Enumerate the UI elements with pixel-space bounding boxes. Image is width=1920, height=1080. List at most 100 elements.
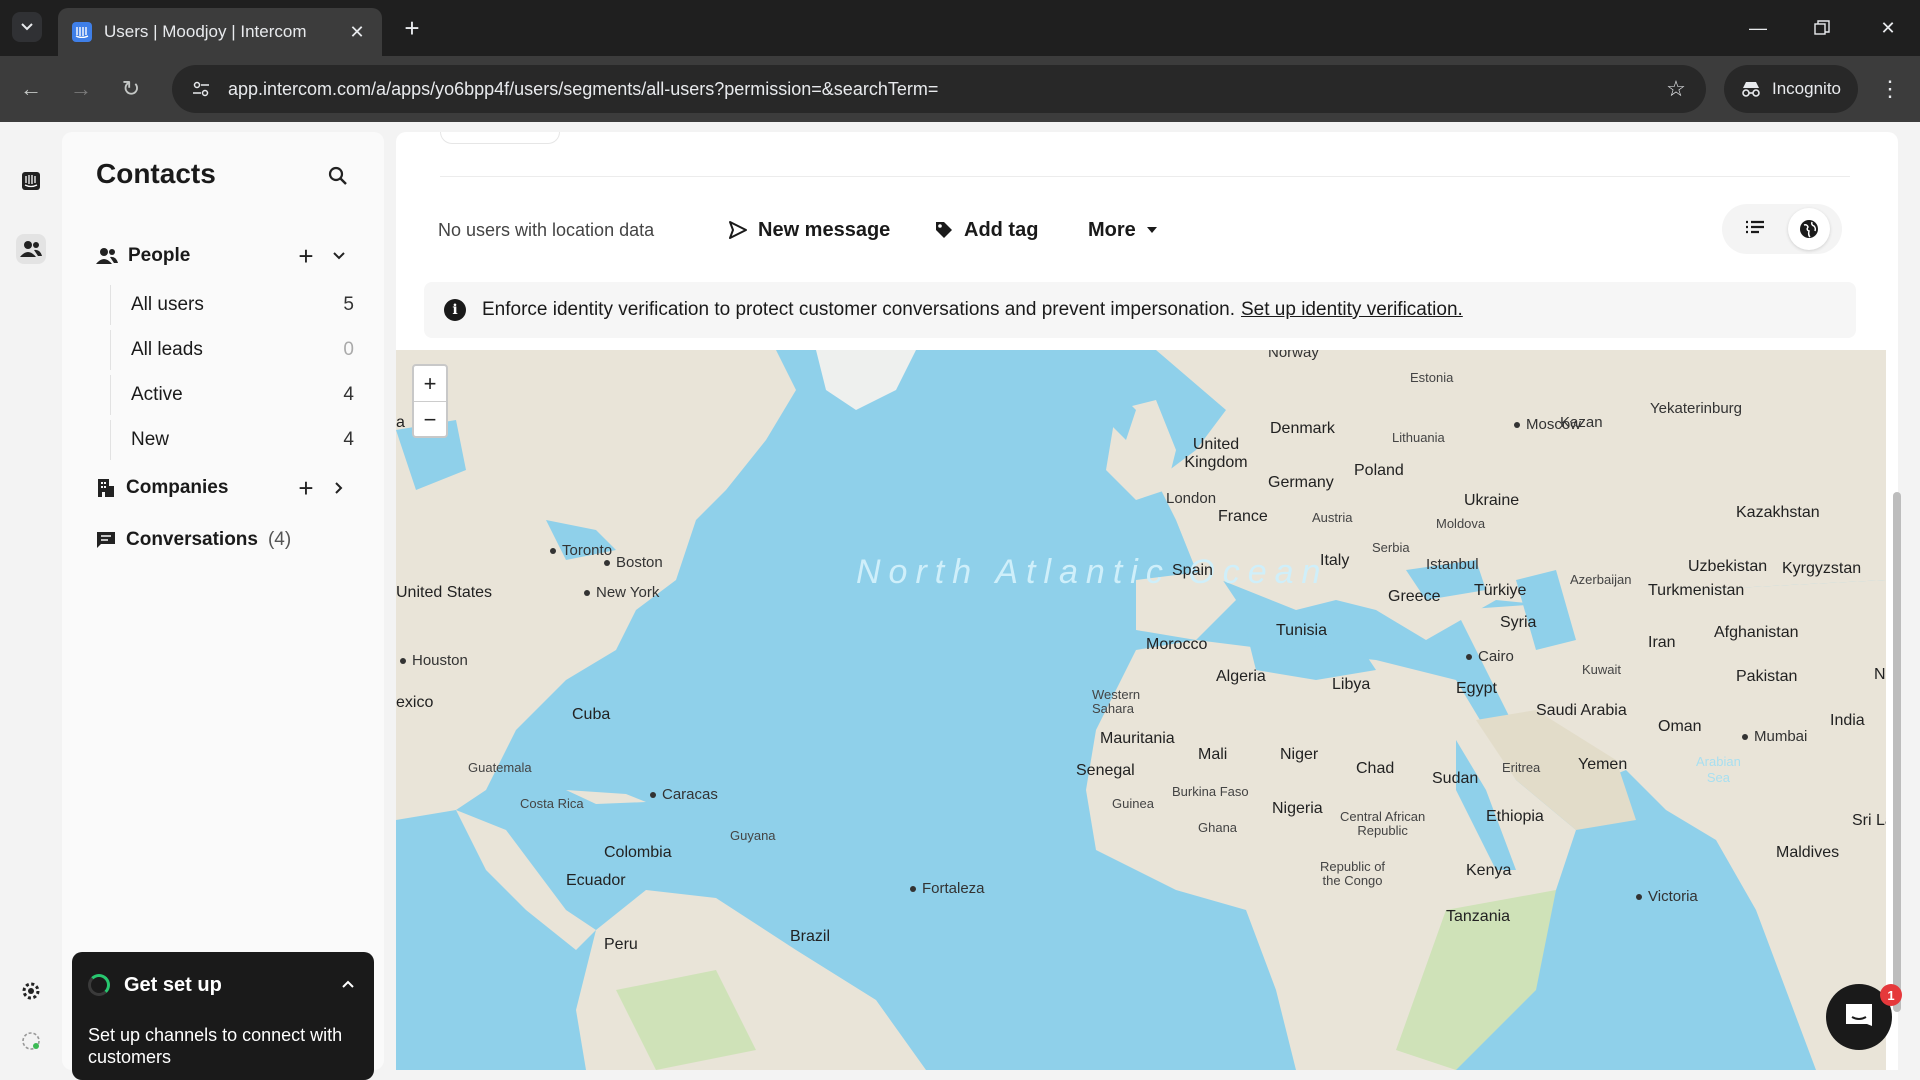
browser-menu-icon[interactable]: ⋮ <box>1878 74 1902 104</box>
contacts-icon[interactable] <box>16 234 46 264</box>
map-label-kazan: Kazan <box>1560 414 1603 431</box>
people-section[interactable]: People <box>96 242 190 270</box>
map-label-guyana: Guyana <box>730 828 776 843</box>
sidebar-item-count: 0 <box>343 339 354 360</box>
map-label-mexico: exico <box>396 694 434 711</box>
map-label-libya: Libya <box>1332 676 1371 693</box>
map-label-algeria: Algeria <box>1216 668 1266 685</box>
map-label-egypt: Egypt <box>1456 680 1497 697</box>
zoom-out-button[interactable]: − <box>414 402 446 437</box>
info-icon: i <box>444 299 466 321</box>
tab-close-icon[interactable]: ✕ <box>346 21 368 43</box>
setup-verification-link[interactable]: Set up identity verification. <box>1241 299 1463 321</box>
sidebar-item-all-users[interactable]: All users 5 <box>110 285 360 325</box>
sidebar-item-label: Active <box>131 384 183 405</box>
map-label-oman: Oman <box>1658 718 1702 735</box>
map-label-italy: Italy <box>1320 552 1350 569</box>
zoom-in-button[interactable]: + <box>414 366 446 401</box>
progress-spinner-icon <box>88 974 110 996</box>
browser-toolbar: ← → ↻ app.intercom.com/a/apps/yo6bpp4f/u… <box>0 56 1920 122</box>
map-label-western-sahara: Western Sahara <box>1092 687 1141 716</box>
list-view-icon[interactable] <box>1734 208 1776 250</box>
map-label-greece: Greece <box>1388 588 1441 605</box>
map-label-nigeria: Nigeria <box>1272 800 1323 817</box>
map-label-senegal: Senegal <box>1076 762 1135 779</box>
map-label-mumbai: Mumbai <box>1742 728 1807 745</box>
address-bar[interactable]: app.intercom.com/a/apps/yo6bpp4f/users/s… <box>172 65 1706 113</box>
partial-header-control[interactable] <box>440 132 560 144</box>
map-label-costa-rica: Costa Rica <box>520 796 584 811</box>
forward-icon[interactable]: → <box>66 74 96 104</box>
map-label-fortaleza: Fortaleza <box>910 880 985 897</box>
map-label-chad: Chad <box>1356 760 1395 777</box>
new-message-button[interactable]: New message <box>716 210 902 250</box>
map-label-syria: Syria <box>1500 614 1537 631</box>
map-label-istanbul: Istanbul <box>1426 556 1479 573</box>
conversation-flag-icon <box>97 532 115 548</box>
view-toggle <box>1722 204 1842 254</box>
map-view-globe-icon[interactable] <box>1788 208 1830 250</box>
inbox-icon[interactable] <box>16 166 46 196</box>
new-tab-button[interactable]: + <box>398 13 426 43</box>
incognito-indicator[interactable]: Incognito <box>1724 65 1858 113</box>
sidebar-item-new[interactable]: New 4 <box>110 420 360 460</box>
chevron-down-icon <box>21 23 33 31</box>
close-window-icon[interactable]: ✕ <box>1866 8 1910 48</box>
tag-icon <box>936 222 952 238</box>
map-label-pakistan: Pakistan <box>1736 668 1798 685</box>
search-icon[interactable] <box>326 164 350 188</box>
add-people-button[interactable]: + <box>292 241 320 271</box>
map-label-eritrea: Eritrea <box>1502 760 1541 775</box>
sidebar-item-label: All leads <box>131 339 203 360</box>
get-set-up-title: Get set up <box>124 974 222 996</box>
send-icon <box>729 221 747 239</box>
add-tag-button[interactable]: Add tag <box>922 210 1050 250</box>
map-label-iran: Iran <box>1648 634 1676 651</box>
add-company-button[interactable]: + <box>292 473 320 503</box>
companies-section[interactable]: Companies <box>96 474 228 502</box>
reload-icon[interactable]: ↻ <box>116 74 146 104</box>
site-info-icon[interactable] <box>190 78 212 100</box>
map-label-india: India <box>1830 712 1865 729</box>
map-label-denmark: Denmark <box>1270 420 1335 437</box>
map-label-ukraine: Ukraine <box>1464 492 1520 509</box>
back-icon[interactable]: ← <box>16 74 46 104</box>
more-dropdown[interactable]: More <box>1076 210 1170 250</box>
restore-icon[interactable] <box>1800 8 1844 48</box>
url-text[interactable]: app.intercom.com/a/apps/yo6bpp4f/users/s… <box>228 79 1664 100</box>
sidebar-item-all-leads[interactable]: All leads 0 <box>110 330 360 370</box>
sidebar-item-active[interactable]: Active 4 <box>110 375 360 415</box>
map-label-arabian-sea: Arabian Sea <box>1696 754 1741 785</box>
bookmark-star-icon[interactable]: ☆ <box>1664 76 1688 101</box>
tab-list-button[interactable] <box>12 12 42 42</box>
map-label-estonia: Estonia <box>1410 370 1454 385</box>
settings-gear-icon[interactable] <box>16 976 46 1006</box>
map-label-turkmenistan: Turkmenistan <box>1648 582 1745 599</box>
minimize-icon[interactable]: — <box>1736 8 1780 48</box>
caret-down-icon <box>1146 227 1157 233</box>
tab-title: Users | Moodjoy | Intercom <box>104 22 307 41</box>
conversations-section[interactable]: Conversations (4) <box>96 526 291 554</box>
page-scrollbar-thumb[interactable] <box>1893 492 1901 1012</box>
map-label-poland: Poland <box>1354 462 1404 479</box>
chevron-right-icon[interactable] <box>328 477 350 499</box>
map-label-colombia: Colombia <box>604 844 672 861</box>
browser-tab[interactable]: Users | Moodjoy | Intercom ✕ <box>58 8 382 56</box>
chevron-down-icon[interactable] <box>328 245 350 267</box>
map-label-france: France <box>1218 508 1268 525</box>
contacts-sidebar: Contacts People + All users 5 All leads … <box>62 132 384 1080</box>
map-label-car: Central African Republic <box>1340 809 1426 838</box>
map-label-cuba: Cuba <box>572 706 611 723</box>
map-label-ghana: Ghana <box>1198 820 1238 835</box>
main-panel: No users with location data New message … <box>396 132 1898 1070</box>
zoom-control: + − <box>412 364 448 438</box>
map-label-yekaterinburg: Yekaterinburg <box>1650 400 1743 417</box>
world-map[interactable]: + − North Atlantic Ocean Norway Estonia … <box>396 350 1886 1070</box>
map-label-maldives: Maldives <box>1776 844 1840 861</box>
get-set-up-card[interactable]: Get set up Set up channels to connect wi… <box>72 952 374 1080</box>
incognito-icon <box>1742 82 1760 97</box>
sidebar-item-count: 4 <box>343 384 354 405</box>
chevron-up-icon[interactable] <box>338 974 358 994</box>
user-avatar-icon[interactable] <box>16 1026 46 1056</box>
intercom-app: Contacts People + All users 5 All leads … <box>0 122 1920 1080</box>
